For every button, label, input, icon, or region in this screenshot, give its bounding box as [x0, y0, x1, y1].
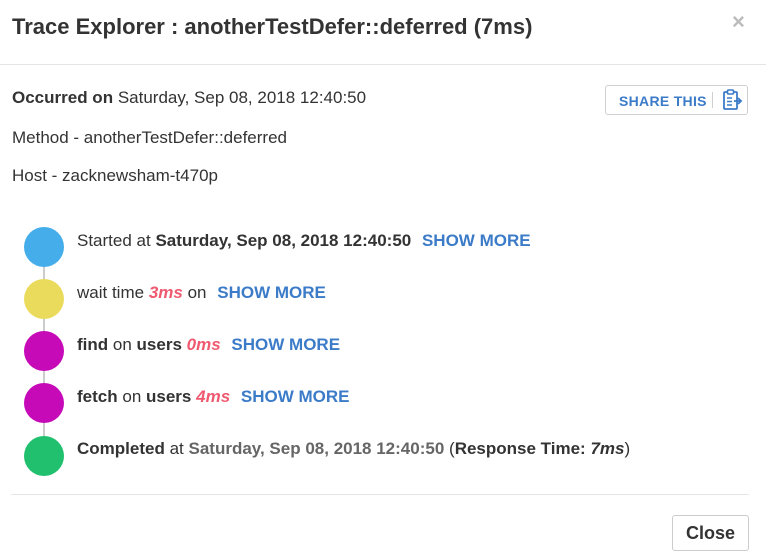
started-dot — [24, 227, 64, 267]
fetch-dot — [24, 383, 64, 423]
find-collection: users — [136, 335, 182, 354]
method-text: Method - anotherTestDefer::deferred — [12, 128, 287, 147]
completed-time: Saturday, Sep 08, 2018 12:40:50 — [188, 439, 445, 458]
share-this-button[interactable]: SHARE THIS — [605, 85, 748, 115]
find-dot — [24, 331, 64, 371]
fetch-on: on — [122, 387, 142, 406]
show-more-started-link[interactable]: SHOW MORE — [422, 231, 531, 250]
close-button[interactable]: Close — [672, 515, 749, 551]
wait-suffix: on — [187, 283, 207, 302]
started-event: Started at Saturday, Sep 08, 2018 12:40:… — [77, 231, 531, 251]
occurred-on: Occurred on Saturday, Sep 08, 2018 12:40… — [12, 88, 366, 108]
find-on: on — [112, 335, 132, 354]
modal-title: Trace Explorer : anotherTestDefer::defer… — [12, 14, 533, 39]
completed-label: Completed — [77, 439, 165, 458]
share-divider — [712, 92, 713, 108]
response-time-label: Response Time: — [454, 439, 586, 458]
share-label: SHARE THIS — [619, 93, 707, 109]
clipboard-icon — [723, 89, 743, 110]
show-more-fetch-link[interactable]: SHOW MORE — [241, 387, 350, 406]
show-more-wait-link[interactable]: SHOW MORE — [217, 283, 326, 302]
show-more-find-link[interactable]: SHOW MORE — [231, 335, 340, 354]
find-event: find on users 0ms SHOW MORE — [77, 335, 340, 355]
fetch-ms: 4ms — [196, 387, 231, 406]
completed-event: Completed at Saturday, Sep 08, 2018 12:4… — [77, 439, 630, 459]
fetch-op: fetch — [77, 387, 118, 406]
fetch-collection: users — [146, 387, 192, 406]
close-icon[interactable]: × — [732, 10, 745, 34]
started-prefix: Started at — [77, 231, 151, 250]
footer-divider — [11, 494, 749, 495]
host-text: Host - zacknewsham-t470p — [12, 166, 218, 185]
modal-header: Trace Explorer : anotherTestDefer::defer… — [0, 0, 766, 65]
completed-dot — [24, 436, 64, 476]
response-time-value: 7ms — [590, 439, 625, 458]
started-time: Saturday, Sep 08, 2018 12:40:50 — [155, 231, 412, 250]
find-op: find — [77, 335, 109, 354]
wait-prefix: wait time — [77, 283, 145, 302]
fetch-event: fetch on users 4ms SHOW MORE — [77, 387, 350, 407]
completed-close-paren: ) — [624, 439, 631, 458]
wait-ms: 3ms — [148, 283, 183, 302]
wait-event: wait time 3ms on SHOW MORE — [77, 283, 326, 303]
occurred-value: Saturday, Sep 08, 2018 12:40:50 — [117, 88, 367, 107]
occurred-label: Occurred on — [12, 88, 114, 107]
find-ms: 0ms — [186, 335, 221, 354]
completed-at: at — [169, 439, 184, 458]
wait-dot — [24, 279, 64, 319]
